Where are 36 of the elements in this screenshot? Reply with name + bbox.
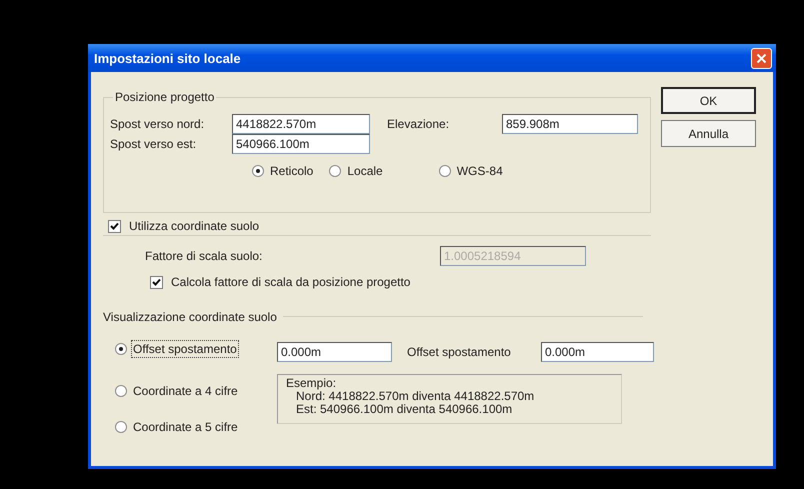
checkbox-label: Utilizza coordinate suolo — [129, 219, 260, 233]
radio-button[interactable] — [329, 165, 342, 177]
radio-label: Coordinate a 4 cifre — [133, 384, 238, 398]
example-title: Esempio: — [286, 376, 338, 390]
checkbox[interactable] — [108, 220, 121, 232]
northing-field[interactable]: 4418822.570m — [232, 114, 370, 134]
radio-label: Offset spostamento — [133, 342, 237, 356]
window-title: Impostazioni sito locale — [94, 50, 241, 66]
field-label: Offset spostamento — [407, 344, 512, 358]
radio-button[interactable] — [252, 165, 264, 177]
example-text: Nord: 4418822.570m diventa 4418822.570m — [296, 390, 536, 402]
radio-label: Locale — [347, 164, 383, 178]
radio-button[interactable] — [115, 342, 127, 354]
close-icon — [756, 52, 767, 64]
field-label: Elevazione: — [387, 117, 450, 131]
section-title: Visualizzazione coordinate suolo — [103, 310, 277, 324]
dialog-button[interactable]: OK — [661, 87, 756, 114]
easting-field[interactable]: 540966.100m — [232, 134, 370, 154]
radio-button[interactable] — [115, 384, 127, 396]
close-button[interactable] — [751, 48, 772, 68]
group-title: Posizione progetto — [114, 90, 216, 104]
radio-button[interactable] — [438, 165, 451, 177]
example-text: Est: 540966.100m diventa 540966.100m — [295, 402, 514, 416]
radio-label: Reticolo — [270, 164, 314, 178]
offset-field[interactable]: 0.000m — [277, 342, 392, 362]
field-label: Spost verso nord: — [110, 117, 206, 131]
radio-label: Coordinate a 5 cifre — [133, 420, 238, 434]
checkbox-label: Calcola fattore di scala da posizione progetto — [171, 275, 410, 289]
field-label: Fattore di scala suolo: — [145, 249, 264, 263]
offset-field[interactable]: 0.000m — [541, 342, 654, 362]
dialog-button[interactable]: Annulla — [661, 120, 756, 147]
elevation-field[interactable]: 859.908m — [502, 114, 638, 134]
checkbox[interactable] — [150, 276, 163, 288]
field-label: Spost verso est: — [110, 137, 198, 151]
radio-label: WGS-84 — [456, 164, 503, 178]
radio-button[interactable] — [115, 420, 127, 432]
